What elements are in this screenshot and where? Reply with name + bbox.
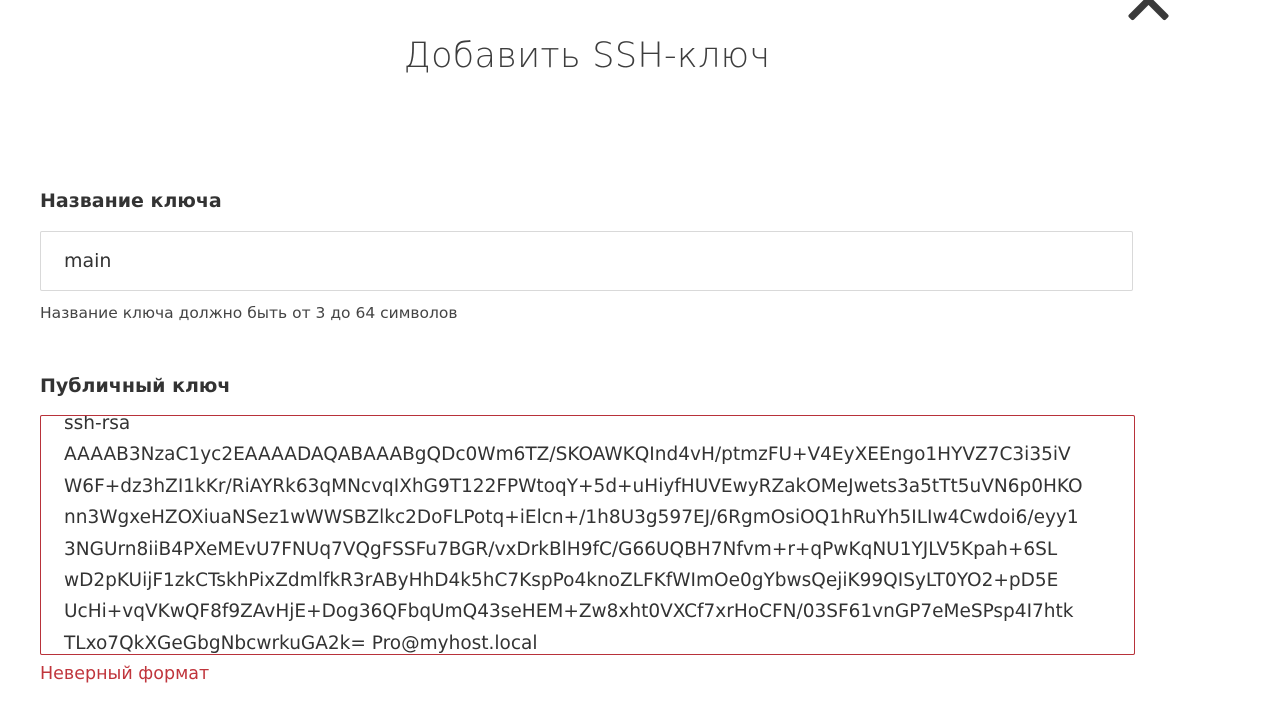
public-key-line: ssh-rsa: [64, 415, 131, 434]
key-name-hint: Название ключа должно быть от 3 до 64 си…: [40, 304, 458, 322]
public-key-textarea[interactable]: ssh-rsa AAAAB3NzaC1yc2EAAAADAQABAAABgQDc…: [40, 415, 1135, 655]
key-name-input[interactable]: [40, 231, 1133, 291]
public-key-label: Публичный ключ: [40, 375, 231, 397]
close-icon[interactable]: [1126, 0, 1170, 22]
public-key-line: TLxo7QkXGeGbgNbcwrkuGA2k= Pro@myhost.loc…: [64, 632, 538, 654]
public-key-error: Неверный формат: [40, 664, 210, 684]
public-key-line: 3NGUrn8iiB4PXeMEvU7FNUq7VQgFSSFu7BGR/vxD…: [64, 538, 1058, 560]
public-key-line: AAAAB3NzaC1yc2EAAAADAQABAAABgQDc0Wm6TZ/S…: [64, 444, 1071, 466]
dialog-title: Добавить SSH-ключ: [403, 36, 771, 76]
public-key-line: UcHi+vqVKwQF8f9ZAvHjE+Dog36QFbqUmQ43seHE…: [64, 601, 1074, 623]
key-name-label: Название ключа: [40, 190, 222, 212]
public-key-line: nn3WgxeHZOXiuaNSez1wWWSBZlkc2DoFLPotq+iE…: [64, 507, 1079, 529]
public-key-line: W6F+dz3hZI1kKr/RiAYRk63qMNcvqIXhG9T122FP…: [64, 475, 1083, 497]
public-key-line: wD2pKUijF1zkCTskhPixZdmlfkR3rAByHhD4k5hC…: [64, 570, 1059, 592]
